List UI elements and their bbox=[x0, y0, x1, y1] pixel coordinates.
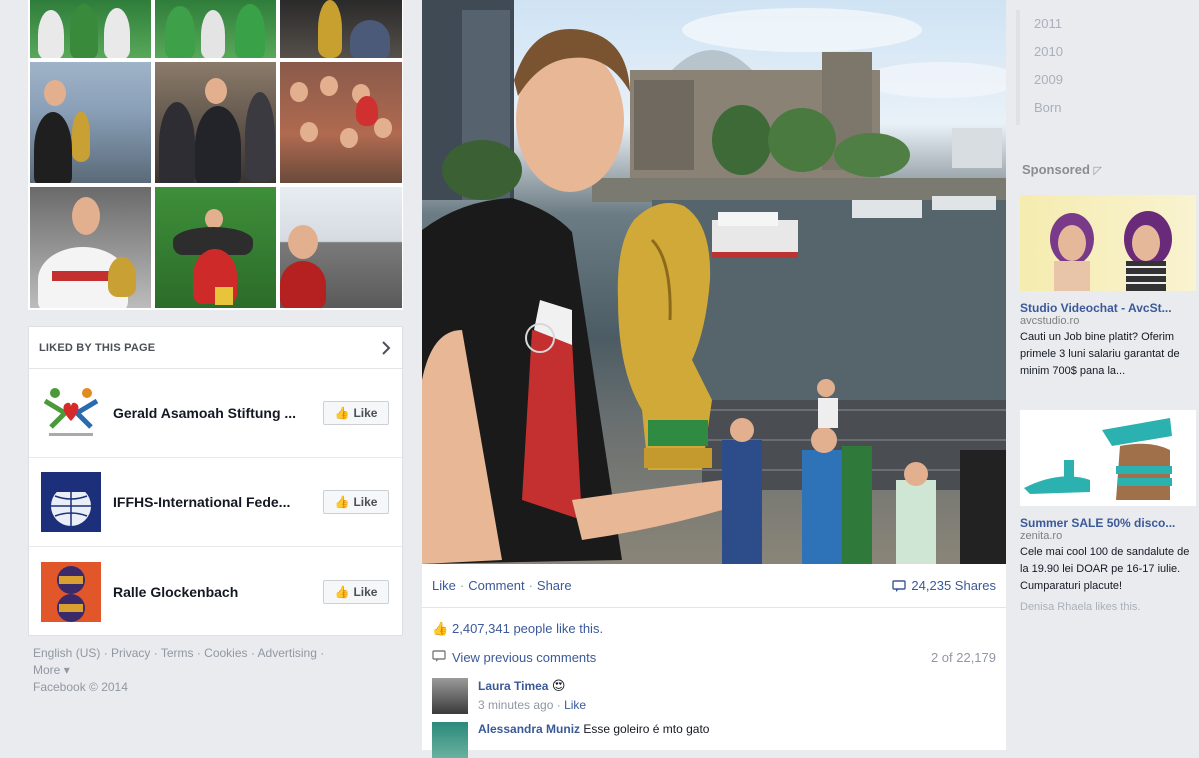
ad-social-context[interactable]: Denisa Rhaela likes this. bbox=[1020, 601, 1196, 613]
avatar[interactable] bbox=[432, 722, 468, 758]
liked-by-header[interactable]: LIKED BY THIS PAGE bbox=[29, 327, 402, 369]
sponsored-ad[interactable]: Summer SALE 50% disco... zenita.ro Cele … bbox=[1020, 410, 1196, 613]
likes-text[interactable]: 2,407,341 people like this. bbox=[452, 621, 603, 636]
comment-author[interactable]: Laura Timea bbox=[478, 679, 548, 693]
sponsored-ad[interactable]: Studio Videochat - AvcSt... avcstudio.ro… bbox=[1020, 195, 1196, 380]
copyright: Facebook © 2014 bbox=[33, 680, 128, 694]
photo-thumbnail[interactable] bbox=[155, 0, 276, 58]
caret-down-icon[interactable]: ▾ bbox=[64, 663, 70, 677]
footer-links: English (US) · Privacy · Terms · Cookies… bbox=[33, 646, 325, 694]
page-logo[interactable] bbox=[41, 472, 101, 532]
like-page-button[interactable]: 👍 Like bbox=[323, 401, 389, 425]
like-link[interactable]: Like bbox=[432, 578, 456, 593]
year-link[interactable]: Born bbox=[1034, 94, 1076, 122]
thumbs-up-icon: 👍 bbox=[334, 584, 350, 599]
photo-thumbnail[interactable] bbox=[280, 0, 402, 58]
post-footer: Like · Comment · Share 24,235 Shares 👍 2… bbox=[422, 564, 1006, 758]
chevron-right-icon[interactable] bbox=[380, 340, 392, 355]
like-page-button[interactable]: 👍 Like bbox=[323, 579, 389, 604]
liked-by-this-page-box: LIKED BY THIS PAGE Gerald Asamoah Stiftu… bbox=[28, 326, 403, 636]
smiley-emoji-icon: 😍 bbox=[551, 678, 566, 693]
shares-count[interactable]: 24,235 Shares bbox=[892, 578, 996, 593]
liked-page-item[interactable]: Gerald Asamoah Stiftung ... 👍 Like bbox=[29, 369, 402, 458]
comment-text: Esse goleiro é mto gato bbox=[583, 722, 710, 736]
photo-thumbnail[interactable] bbox=[280, 62, 402, 183]
comment-like-link[interactable]: Like bbox=[564, 698, 586, 712]
ad-choices-icon[interactable]: ◸ bbox=[1094, 165, 1102, 177]
comment-timestamp[interactable]: 3 minutes ago bbox=[478, 698, 553, 712]
ad-body: Cauti un Job bine platit? Oferim primele… bbox=[1020, 331, 1180, 377]
page-name[interactable]: Ralle Glockenbach bbox=[113, 584, 321, 600]
avatar[interactable] bbox=[432, 678, 468, 714]
liked-page-item[interactable]: IFFHS-International Fede... 👍 Like bbox=[29, 458, 402, 547]
photo-thumbnail[interactable] bbox=[155, 62, 276, 183]
like-button-label: Like bbox=[353, 584, 378, 599]
ad-image[interactable] bbox=[1020, 410, 1196, 506]
thumbs-up-icon: 👍 bbox=[334, 495, 350, 509]
page-name[interactable]: IFFHS-International Fede... bbox=[113, 494, 321, 510]
comment-link[interactable]: Comment bbox=[468, 578, 524, 593]
comment: Alessandra Muniz Esse goleiro é mto gato bbox=[422, 722, 1006, 758]
year-link[interactable]: 2010 bbox=[1034, 38, 1076, 66]
photo-thumbnail[interactable] bbox=[280, 187, 402, 308]
year-link[interactable]: 2009 bbox=[1034, 66, 1076, 94]
footer-link-more[interactable]: More bbox=[33, 663, 60, 677]
share-link[interactable]: Share bbox=[537, 578, 572, 593]
timeline-years: 2011 2010 2009 Born bbox=[1016, 10, 1076, 125]
like-button-label: Like bbox=[353, 495, 378, 509]
thumbs-up-icon: 👍 bbox=[432, 620, 449, 636]
page-logo[interactable] bbox=[41, 383, 101, 443]
like-button-label: Like bbox=[353, 406, 378, 420]
photo-thumbnail[interactable] bbox=[155, 187, 276, 308]
footer-link-advertising[interactable]: Advertising bbox=[258, 646, 317, 660]
liked-page-item[interactable]: Ralle Glockenbach 👍 Like bbox=[29, 547, 402, 636]
page-name[interactable]: Gerald Asamoah Stiftung ... bbox=[113, 405, 321, 421]
view-previous-row: View previous comments 2 of 22,179 bbox=[422, 643, 1006, 672]
page-logo[interactable] bbox=[41, 561, 101, 622]
view-previous-comments[interactable]: View previous comments bbox=[452, 650, 596, 665]
ad-image[interactable] bbox=[1020, 195, 1196, 291]
comment-pager: 2 of 22,179 bbox=[930, 650, 996, 665]
post-actions: Like · Comment · Share 24,235 Shares bbox=[422, 564, 1006, 608]
post-photo[interactable] bbox=[422, 0, 1006, 564]
liked-by-title: LIKED BY THIS PAGE bbox=[39, 341, 156, 354]
year-link[interactable]: 2011 bbox=[1034, 10, 1076, 38]
comment-author[interactable]: Alessandra Muniz bbox=[478, 722, 580, 736]
comment-bubble-icon bbox=[432, 650, 452, 665]
post-column: Like · Comment · Share 24,235 Shares 👍 2… bbox=[422, 0, 1006, 758]
photo-thumbnail[interactable] bbox=[30, 0, 151, 58]
ad-domain: avcstudio.ro bbox=[1020, 315, 1080, 327]
ad-title[interactable]: Studio Videochat - AvcSt... bbox=[1020, 301, 1196, 315]
comment: Laura Timea 😍 3 minutes ago · Like bbox=[422, 678, 1006, 714]
footer-link-terms[interactable]: Terms bbox=[161, 646, 194, 660]
left-column: LIKED BY THIS PAGE Gerald Asamoah Stiftu… bbox=[0, 0, 420, 750]
sponsored-heading: Sponsored ◸ bbox=[1022, 162, 1102, 177]
thumbs-up-icon: 👍 bbox=[334, 406, 350, 420]
ad-domain: zenita.ro bbox=[1020, 530, 1063, 542]
likes-summary[interactable]: 👍 2,407,341 people like this. bbox=[422, 614, 1006, 643]
share-icon bbox=[892, 579, 907, 592]
footer-link-privacy[interactable]: Privacy bbox=[111, 646, 150, 660]
like-page-button[interactable]: 👍 Like bbox=[323, 490, 389, 514]
footer-link-cookies[interactable]: Cookies bbox=[204, 646, 247, 660]
footer-link-language[interactable]: English (US) bbox=[33, 646, 100, 660]
photo-thumbnail[interactable] bbox=[30, 62, 151, 183]
photo-grid bbox=[28, 0, 403, 310]
ad-body: Cele mai cool 100 de sandalute de la 19.… bbox=[1020, 546, 1190, 592]
ad-title[interactable]: Summer SALE 50% disco... bbox=[1020, 516, 1196, 530]
photo-thumbnail[interactable] bbox=[30, 187, 151, 308]
